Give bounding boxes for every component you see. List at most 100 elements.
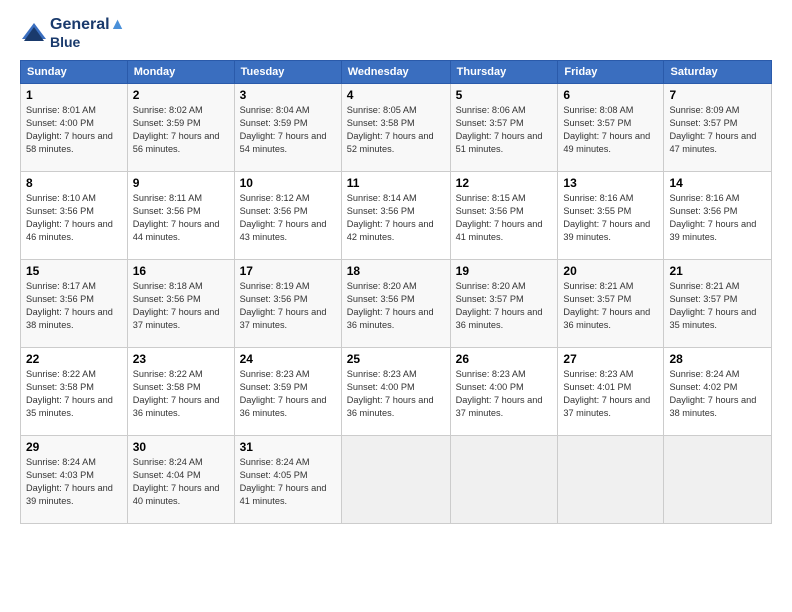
day-number: 3 — [240, 88, 336, 102]
calendar-cell: 9 Sunrise: 8:11 AMSunset: 3:56 PMDayligh… — [127, 172, 234, 260]
week-row-3: 15 Sunrise: 8:17 AMSunset: 3:56 PMDaylig… — [21, 260, 772, 348]
day-number: 2 — [133, 88, 229, 102]
day-number: 5 — [456, 88, 553, 102]
calendar-cell: 26 Sunrise: 8:23 AMSunset: 4:00 PMDaylig… — [450, 348, 558, 436]
weekday-header-friday: Friday — [558, 61, 664, 84]
calendar-cell — [450, 436, 558, 524]
calendar-cell: 6 Sunrise: 8:08 AMSunset: 3:57 PMDayligh… — [558, 84, 664, 172]
day-number: 23 — [133, 352, 229, 366]
calendar-cell: 5 Sunrise: 8:06 AMSunset: 3:57 PMDayligh… — [450, 84, 558, 172]
calendar-cell: 20 Sunrise: 8:21 AMSunset: 3:57 PMDaylig… — [558, 260, 664, 348]
logo-text: General▲ Blue — [50, 16, 125, 50]
logo-icon — [20, 19, 48, 47]
day-number: 10 — [240, 176, 336, 190]
weekday-header-thursday: Thursday — [450, 61, 558, 84]
week-row-5: 29 Sunrise: 8:24 AMSunset: 4:03 PMDaylig… — [21, 436, 772, 524]
calendar-cell: 22 Sunrise: 8:22 AMSunset: 3:58 PMDaylig… — [21, 348, 128, 436]
day-number: 1 — [26, 88, 122, 102]
calendar-cell: 23 Sunrise: 8:22 AMSunset: 3:58 PMDaylig… — [127, 348, 234, 436]
day-info: Sunrise: 8:21 AMSunset: 3:57 PMDaylight:… — [563, 281, 650, 330]
calendar-cell: 31 Sunrise: 8:24 AMSunset: 4:05 PMDaylig… — [234, 436, 341, 524]
week-row-2: 8 Sunrise: 8:10 AMSunset: 3:56 PMDayligh… — [21, 172, 772, 260]
day-info: Sunrise: 8:20 AMSunset: 3:56 PMDaylight:… — [347, 281, 434, 330]
header: General▲ Blue — [20, 16, 772, 50]
day-number: 6 — [563, 88, 658, 102]
day-info: Sunrise: 8:16 AMSunset: 3:55 PMDaylight:… — [563, 193, 650, 242]
day-number: 25 — [347, 352, 445, 366]
calendar-cell — [341, 436, 450, 524]
calendar-cell: 25 Sunrise: 8:23 AMSunset: 4:00 PMDaylig… — [341, 348, 450, 436]
day-info: Sunrise: 8:23 AMSunset: 3:59 PMDaylight:… — [240, 369, 327, 418]
day-number: 21 — [669, 264, 766, 278]
calendar-cell — [664, 436, 772, 524]
calendar-cell: 17 Sunrise: 8:19 AMSunset: 3:56 PMDaylig… — [234, 260, 341, 348]
day-number: 28 — [669, 352, 766, 366]
day-info: Sunrise: 8:21 AMSunset: 3:57 PMDaylight:… — [669, 281, 756, 330]
day-info: Sunrise: 8:11 AMSunset: 3:56 PMDaylight:… — [133, 193, 220, 242]
calendar-cell: 24 Sunrise: 8:23 AMSunset: 3:59 PMDaylig… — [234, 348, 341, 436]
calendar-cell: 11 Sunrise: 8:14 AMSunset: 3:56 PMDaylig… — [341, 172, 450, 260]
weekday-header-monday: Monday — [127, 61, 234, 84]
day-number: 27 — [563, 352, 658, 366]
calendar-cell: 2 Sunrise: 8:02 AMSunset: 3:59 PMDayligh… — [127, 84, 234, 172]
day-info: Sunrise: 8:23 AMSunset: 4:01 PMDaylight:… — [563, 369, 650, 418]
calendar-cell: 14 Sunrise: 8:16 AMSunset: 3:56 PMDaylig… — [664, 172, 772, 260]
calendar-cell: 18 Sunrise: 8:20 AMSunset: 3:56 PMDaylig… — [341, 260, 450, 348]
day-info: Sunrise: 8:08 AMSunset: 3:57 PMDaylight:… — [563, 105, 650, 154]
calendar-cell: 3 Sunrise: 8:04 AMSunset: 3:59 PMDayligh… — [234, 84, 341, 172]
day-info: Sunrise: 8:06 AMSunset: 3:57 PMDaylight:… — [456, 105, 543, 154]
day-info: Sunrise: 8:16 AMSunset: 3:56 PMDaylight:… — [669, 193, 756, 242]
calendar-cell: 29 Sunrise: 8:24 AMSunset: 4:03 PMDaylig… — [21, 436, 128, 524]
day-number: 14 — [669, 176, 766, 190]
day-info: Sunrise: 8:24 AMSunset: 4:02 PMDaylight:… — [669, 369, 756, 418]
day-number: 15 — [26, 264, 122, 278]
calendar: SundayMondayTuesdayWednesdayThursdayFrid… — [20, 60, 772, 524]
day-info: Sunrise: 8:24 AMSunset: 4:04 PMDaylight:… — [133, 457, 220, 506]
day-number: 11 — [347, 176, 445, 190]
calendar-cell: 21 Sunrise: 8:21 AMSunset: 3:57 PMDaylig… — [664, 260, 772, 348]
weekday-header-saturday: Saturday — [664, 61, 772, 84]
day-number: 20 — [563, 264, 658, 278]
calendar-cell — [558, 436, 664, 524]
day-number: 9 — [133, 176, 229, 190]
calendar-cell: 4 Sunrise: 8:05 AMSunset: 3:58 PMDayligh… — [341, 84, 450, 172]
day-number: 31 — [240, 440, 336, 454]
day-number: 4 — [347, 88, 445, 102]
day-info: Sunrise: 8:23 AMSunset: 4:00 PMDaylight:… — [456, 369, 543, 418]
day-info: Sunrise: 8:18 AMSunset: 3:56 PMDaylight:… — [133, 281, 220, 330]
day-info: Sunrise: 8:24 AMSunset: 4:03 PMDaylight:… — [26, 457, 113, 506]
calendar-cell: 12 Sunrise: 8:15 AMSunset: 3:56 PMDaylig… — [450, 172, 558, 260]
weekday-header-tuesday: Tuesday — [234, 61, 341, 84]
day-info: Sunrise: 8:22 AMSunset: 3:58 PMDaylight:… — [26, 369, 113, 418]
day-info: Sunrise: 8:19 AMSunset: 3:56 PMDaylight:… — [240, 281, 327, 330]
day-info: Sunrise: 8:09 AMSunset: 3:57 PMDaylight:… — [669, 105, 756, 154]
calendar-cell: 28 Sunrise: 8:24 AMSunset: 4:02 PMDaylig… — [664, 348, 772, 436]
day-info: Sunrise: 8:04 AMSunset: 3:59 PMDaylight:… — [240, 105, 327, 154]
day-info: Sunrise: 8:14 AMSunset: 3:56 PMDaylight:… — [347, 193, 434, 242]
day-info: Sunrise: 8:23 AMSunset: 4:00 PMDaylight:… — [347, 369, 434, 418]
calendar-cell: 16 Sunrise: 8:18 AMSunset: 3:56 PMDaylig… — [127, 260, 234, 348]
day-info: Sunrise: 8:01 AMSunset: 4:00 PMDaylight:… — [26, 105, 113, 154]
day-number: 24 — [240, 352, 336, 366]
day-number: 26 — [456, 352, 553, 366]
day-info: Sunrise: 8:24 AMSunset: 4:05 PMDaylight:… — [240, 457, 327, 506]
day-number: 17 — [240, 264, 336, 278]
day-number: 8 — [26, 176, 122, 190]
day-number: 22 — [26, 352, 122, 366]
calendar-cell: 13 Sunrise: 8:16 AMSunset: 3:55 PMDaylig… — [558, 172, 664, 260]
logo: General▲ Blue — [20, 16, 125, 50]
week-row-1: 1 Sunrise: 8:01 AMSunset: 4:00 PMDayligh… — [21, 84, 772, 172]
weekday-header-sunday: Sunday — [21, 61, 128, 84]
calendar-cell: 27 Sunrise: 8:23 AMSunset: 4:01 PMDaylig… — [558, 348, 664, 436]
weekday-header-row: SundayMondayTuesdayWednesdayThursdayFrid… — [21, 61, 772, 84]
day-number: 13 — [563, 176, 658, 190]
page: General▲ Blue SundayMondayTuesdayWednesd… — [0, 0, 792, 612]
day-number: 29 — [26, 440, 122, 454]
day-number: 18 — [347, 264, 445, 278]
day-info: Sunrise: 8:22 AMSunset: 3:58 PMDaylight:… — [133, 369, 220, 418]
day-number: 19 — [456, 264, 553, 278]
day-info: Sunrise: 8:02 AMSunset: 3:59 PMDaylight:… — [133, 105, 220, 154]
calendar-cell: 1 Sunrise: 8:01 AMSunset: 4:00 PMDayligh… — [21, 84, 128, 172]
calendar-cell: 15 Sunrise: 8:17 AMSunset: 3:56 PMDaylig… — [21, 260, 128, 348]
day-info: Sunrise: 8:12 AMSunset: 3:56 PMDaylight:… — [240, 193, 327, 242]
